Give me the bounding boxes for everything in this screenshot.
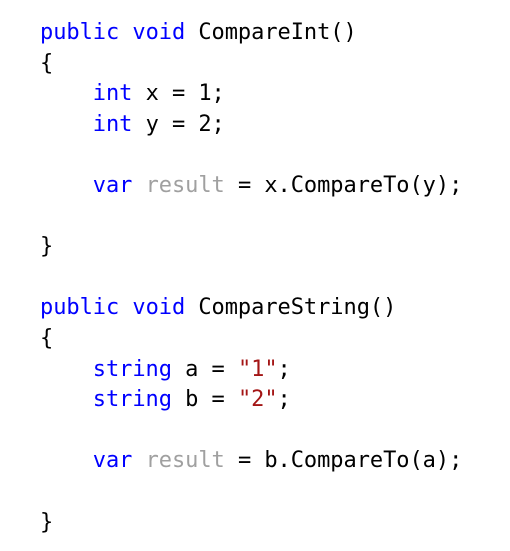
code-token-kw: void: [132, 20, 186, 45]
code-token-kw: string: [92, 356, 172, 382]
code-token-kw: var: [92, 448, 133, 474]
code-token-plain: b =: [171, 387, 238, 413]
code-token-kw: public: [40, 20, 120, 45]
code-line[interactable]: public void CompareString(): [40, 293, 510, 324]
code-token-string: "1": [237, 356, 278, 382]
code-line[interactable]: [40, 477, 510, 508]
code-line[interactable]: [40, 140, 510, 171]
code-token-kw: public: [40, 295, 120, 321]
code-line[interactable]: {: [40, 324, 510, 355]
code-token-plain: ;: [277, 387, 291, 413]
code-token-brace: {: [40, 50, 54, 76]
code-token-kw: int: [92, 111, 133, 137]
code-line[interactable]: var result = x.CompareTo(y);: [40, 171, 510, 202]
code-token-plain: y = 2;: [132, 111, 225, 137]
code-line[interactable]: {: [40, 49, 510, 80]
code-line[interactable]: int y = 2;: [40, 110, 510, 141]
code-token-kw: int: [92, 81, 133, 107]
code-token-kw: string: [92, 387, 172, 413]
code-line[interactable]: string b = "2";: [40, 385, 510, 416]
code-line[interactable]: [40, 202, 510, 233]
code-token-kw: void: [132, 295, 186, 321]
code-line[interactable]: [40, 263, 510, 294]
code-line[interactable]: string a = "1";: [40, 355, 510, 386]
code-token-var: result: [145, 172, 225, 198]
code-editor[interactable]: public void CompareInt(){ int x = 1; int…: [0, 0, 510, 551]
code-line-list: public void CompareInt(){ int x = 1; int…: [40, 18, 510, 538]
code-line[interactable]: [40, 416, 510, 447]
code-line[interactable]: var result = b.CompareTo(a);: [40, 446, 510, 477]
code-line[interactable]: int x = 1;: [40, 79, 510, 110]
code-token-plain: = b.CompareTo(a);: [224, 448, 463, 474]
code-token-plain: x = 1;: [132, 81, 225, 107]
code-token-var: result: [145, 448, 225, 474]
code-line[interactable]: public void CompareInt(): [40, 18, 510, 49]
code-token-plain: CompareString(): [185, 295, 397, 321]
code-token-string: "2": [237, 387, 278, 413]
code-token-brace: }: [40, 509, 54, 535]
code-token-plain: CompareInt(): [185, 20, 357, 45]
code-token-plain: a =: [171, 356, 238, 382]
code-token-kw: var: [92, 172, 133, 198]
code-token-plain: = x.CompareTo(y);: [224, 172, 463, 198]
code-line[interactable]: }: [40, 232, 510, 263]
code-token-plain: ;: [277, 356, 291, 382]
code-line[interactable]: }: [40, 508, 510, 539]
code-token-brace: }: [40, 234, 54, 260]
code-token-brace: {: [40, 325, 54, 351]
